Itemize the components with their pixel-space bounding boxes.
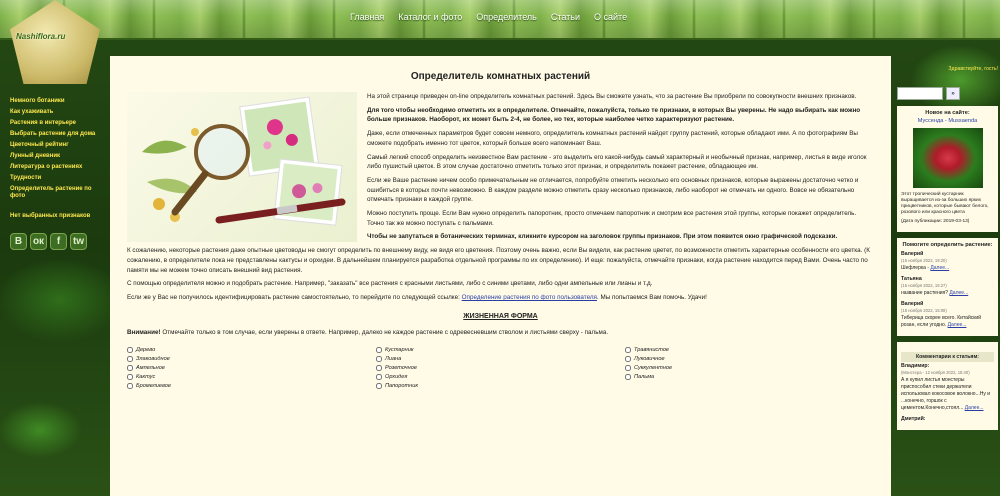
paragraph-9: С помощью определителя можно и подобрать… (127, 280, 653, 288)
list-item: Валерий (15 ноября 2022, 15:08) Тиберица… (901, 301, 982, 328)
main-content: Определитель комнатных растений На этой … (110, 56, 891, 496)
twitter-icon[interactable]: tw (70, 233, 87, 250)
hero-illustration (127, 92, 357, 242)
sidebar-item-choose[interactable]: Выбрать растение для дома (10, 131, 95, 137)
page-title: Определитель комнатных растений (410, 71, 591, 82)
checkbox-palm[interactable]: Пальма (625, 372, 874, 381)
new-item-link[interactable]: Муссенда - Mussaenda (901, 118, 994, 124)
sidebar-item-care[interactable]: Как ухаживать (10, 109, 53, 115)
checkbox-bromeliad[interactable]: Бромелиевое (127, 381, 376, 390)
checkbox-orchid[interactable]: Орхидея (376, 372, 625, 381)
sidebar-item-moon[interactable]: Лунный дневник (10, 153, 60, 159)
checkbox-ampel[interactable]: Ампельное (127, 363, 376, 372)
main-nav: Главная Каталог и фото Определитель Стат… (350, 12, 627, 22)
checkbox-herbaceous[interactable]: Травянистое (625, 345, 874, 354)
list-item: Владимир: (Монстера - 12 ноября 2022, 15… (901, 363, 991, 411)
sidebar-item-rating[interactable]: Цветочный рейтинг (10, 142, 69, 148)
search-input[interactable] (897, 87, 943, 100)
nav-articles[interactable]: Статьи (551, 12, 580, 22)
warning-text: Внимание! Отмечайте только в том случае,… (127, 328, 609, 336)
social-buttons: В ок f tw (10, 233, 107, 250)
new-on-site-title: Новое на сайте: (925, 110, 970, 116)
more-link[interactable]: Далее... (965, 405, 984, 411)
sidebar-menu: Немного ботаники Как ухаживать Растения … (10, 97, 107, 199)
nav-about[interactable]: О сайте (594, 12, 627, 22)
sidebar-item-identify-photo[interactable]: Определитель растение по фото (10, 186, 92, 199)
right-sidebar: Здравствуйте, гость! » Новое на сайте: М… (897, 56, 1000, 496)
facebook-icon[interactable]: f (50, 233, 67, 250)
new-item-text: Этот тропический кустарник выращивается … (901, 192, 989, 215)
section-title-life-form[interactable]: ЖИЗНЕННАЯ ФОРМА (127, 313, 874, 320)
life-form-checkboxes: Дерево Злаковидное Ампельное Кактус Бром… (127, 345, 874, 390)
no-selected-features: Нет выбранных признаков (10, 213, 91, 219)
help-identify-title: Помогите определить растение: (902, 242, 993, 248)
new-item-date: (Дата публикации: 2019-03-13) (901, 219, 970, 224)
checkbox-shrub[interactable]: Кустарник (376, 345, 625, 354)
checkbox-bulbous[interactable]: Луковичное (625, 354, 874, 363)
sidebar-item-problems[interactable]: Трудности (10, 175, 41, 181)
nav-identifier[interactable]: Определитель (476, 12, 537, 22)
checkbox-liana[interactable]: Лиана (376, 354, 625, 363)
checkbox-grass-like[interactable]: Злаковидное (127, 354, 376, 363)
more-link[interactable]: Далее... (948, 322, 967, 328)
list-item: Дмитрий: (901, 416, 926, 422)
search-button[interactable]: » (946, 87, 960, 100)
new-on-site-box: Новое на сайте: Муссенда - Mussaenda Это… (897, 106, 998, 232)
nav-home[interactable]: Главная (350, 12, 384, 22)
sidebar-item-interior[interactable]: Растения в интерьере (10, 120, 76, 126)
checkbox-column-2: Кустарник Лиана Розеточное Орхидея Папор… (376, 345, 625, 390)
list-item: Татьяна (15 ноября 2022, 15:27) название… (901, 276, 969, 296)
checkbox-tree[interactable]: Дерево (127, 345, 376, 354)
odnoklassniki-icon[interactable]: ок (30, 233, 47, 250)
checkbox-column-3: Травянистое Луковичное Суккулентное Паль… (625, 345, 874, 390)
checkbox-cactus[interactable]: Кактус (127, 372, 376, 381)
help-identify-box: Помогите определить растение: Валерий (1… (897, 238, 998, 336)
list-item: Валерий (15 ноября 2022, 19:20) Шефлерка… (901, 251, 950, 271)
checkbox-succulent[interactable]: Суккулентное (625, 363, 874, 372)
site-logo-text[interactable]: Nashiflora.ru (16, 32, 65, 41)
paragraph-10: Если же у Вас не получилось идентифициро… (127, 293, 707, 301)
left-sidebar: Немного ботаники Как ухаживать Растения … (10, 55, 107, 496)
greeting-text[interactable]: Здравствуйте, гость! (897, 66, 998, 72)
nav-catalog[interactable]: Каталог и фото (398, 12, 462, 22)
user-photo-identification-link[interactable]: Определение растения по фото пользовател… (462, 294, 597, 301)
comments-box: Комментарии к статьям: Владимир: (Монсте… (897, 342, 998, 430)
search-form: » (897, 87, 1000, 100)
more-link[interactable]: Далее... (930, 265, 949, 271)
checkbox-column-1: Дерево Злаковидное Ампельное Кактус Бром… (127, 345, 376, 390)
new-item-image[interactable] (912, 128, 983, 188)
paragraph-8: К сожалению, некоторые растения даже опы… (127, 247, 870, 274)
sidebar-item-literature[interactable]: Литература о растениях (10, 164, 82, 170)
checkbox-rosette[interactable]: Розеточное (376, 363, 625, 372)
more-link[interactable]: Далее... (949, 290, 968, 296)
sidebar-item-botany[interactable]: Немного ботаники (10, 98, 65, 104)
comments-title: Комментарии к статьям: (901, 352, 994, 362)
checkbox-fern[interactable]: Папоротник (376, 381, 625, 390)
vk-icon[interactable]: В (10, 233, 27, 250)
